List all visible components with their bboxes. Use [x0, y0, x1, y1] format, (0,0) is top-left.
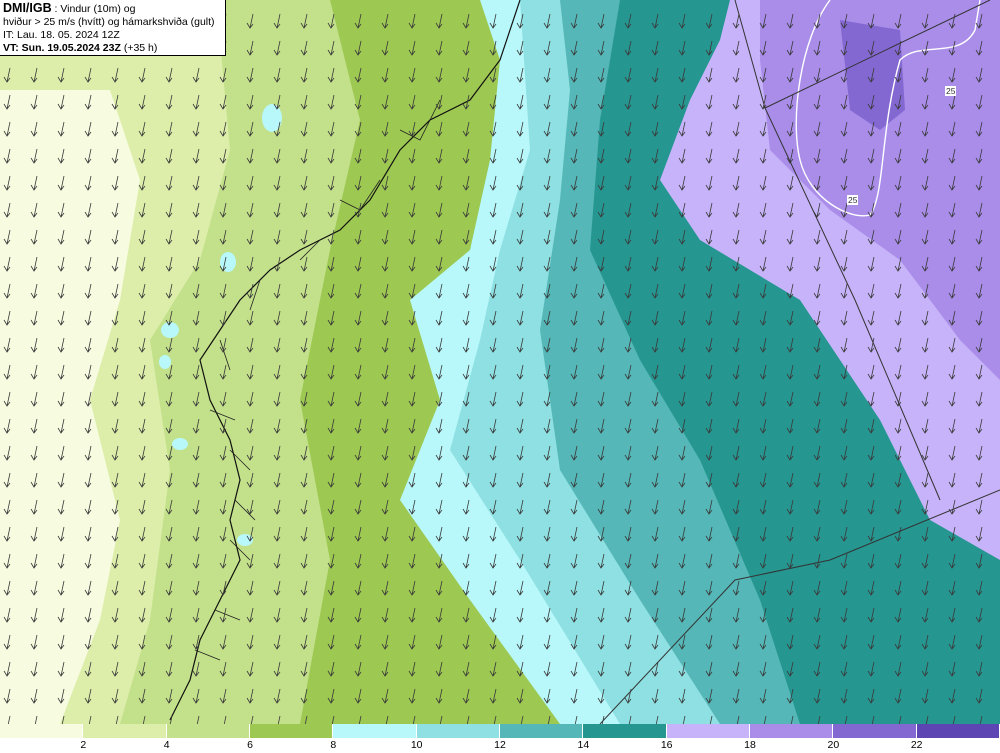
color-scale-bar: 2 4 6 8 10 12 14 16 18 20 22 — [0, 724, 1000, 753]
scale-tick-label: 12 — [494, 739, 506, 751]
scale-tick-label: 16 — [660, 739, 673, 751]
scale-tick-label: 10 — [410, 739, 423, 751]
legend-title-row: DMI/IGB : Vindur (10m) og — [3, 2, 222, 16]
scale-bin-10-12 — [416, 724, 500, 738]
valid-time-row: VT: Sun. 19.05.2024 23Z (+35 h) — [3, 42, 222, 55]
description-line-2: hviður > 25 m/s (hvítt) og hámarkshviða … — [3, 16, 215, 28]
scale-tick-label: 14 — [577, 739, 590, 751]
contour-label-25-a: 25 — [945, 86, 957, 96]
issue-time: IT: Lau. 18. 05. 2024 12Z — [3, 29, 120, 41]
scale-tick-label: 22 — [910, 739, 923, 751]
valid-time: VT: Sun. 19.05.2024 23Z — [3, 42, 121, 54]
wind-map — [0, 0, 1000, 724]
scale-bin-22-24 — [916, 724, 1000, 738]
source-label: DMI/IGB — [3, 1, 52, 15]
scale-tick-label: 6 — [247, 739, 253, 751]
valid-time-offset: (+35 h) — [120, 42, 158, 54]
scale-bin-2-4 — [83, 724, 167, 738]
scale-bin-8-10 — [333, 724, 417, 738]
scale-bin-6-8 — [250, 724, 334, 738]
scale-bin-14-16 — [583, 724, 667, 738]
scale-tick-label: 2 — [80, 739, 87, 751]
scale-bin-4-6 — [166, 724, 250, 738]
scale-tick-label: 18 — [744, 739, 756, 751]
scale-tick-label: 20 — [827, 739, 840, 751]
scale-bin-12-14 — [500, 724, 584, 738]
map-legend-box: DMI/IGB : Vindur (10m) og hviður > 25 m/… — [0, 0, 226, 56]
scale-bin-20-22 — [833, 724, 917, 738]
scale-bin-18-20 — [750, 724, 834, 738]
contour-label-25-b: 25 — [847, 195, 859, 205]
scale-tick-label: 4 — [163, 739, 170, 751]
scale-bin-0-2 — [0, 724, 84, 738]
scale-tick-label: 8 — [330, 739, 337, 751]
description-line-1: : Vindur (10m) og — [51, 3, 136, 15]
scale-bin-16-18 — [666, 724, 750, 738]
